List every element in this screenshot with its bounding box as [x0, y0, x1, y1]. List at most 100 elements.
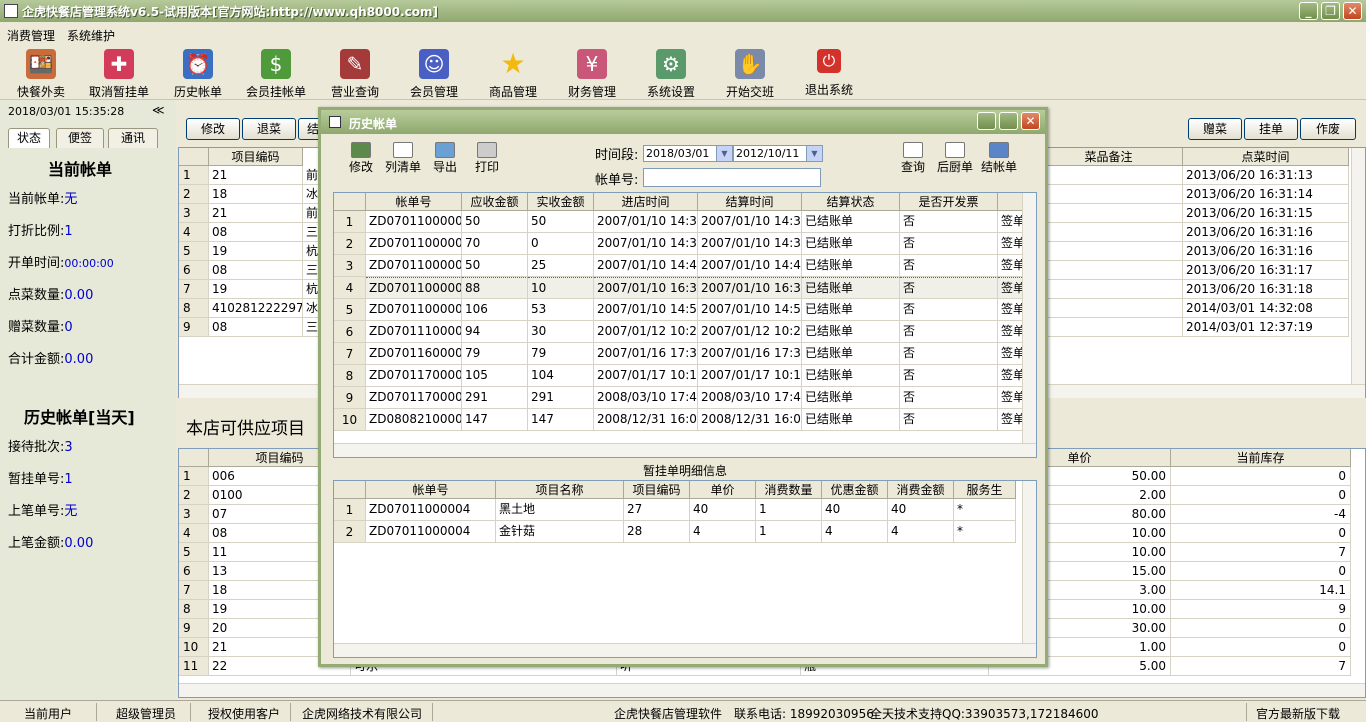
- business-query-button[interactable]: ✎ 营业查询: [316, 46, 394, 99]
- column-header[interactable]: 点菜时间: [1183, 148, 1349, 166]
- detail-cell[interactable]: 4: [822, 521, 888, 543]
- column-header[interactable]: 菜品备注: [1035, 148, 1183, 166]
- cell-code[interactable]: 19: [209, 280, 303, 299]
- dialog-list-button[interactable]: 列清单: [383, 140, 423, 176]
- history-cell[interactable]: 否: [900, 365, 998, 387]
- history-cell[interactable]: 30: [528, 321, 594, 343]
- column-header[interactable]: 结算时间: [698, 193, 802, 211]
- column-header[interactable]: 应收金额: [462, 193, 528, 211]
- dialog-modify-button[interactable]: 修改: [341, 140, 381, 176]
- history-cell[interactable]: 2007/01/10 14:37:39: [594, 211, 698, 233]
- detail-cell[interactable]: 4: [690, 521, 756, 543]
- history-cell[interactable]: 291: [462, 387, 528, 409]
- detail-cell[interactable]: 40: [690, 499, 756, 521]
- history-cell[interactable]: 70: [462, 233, 528, 255]
- history-cell[interactable]: 2007/01/12 10:23:43: [594, 321, 698, 343]
- cell-time[interactable]: 2013/06/20 16:31:15: [1183, 204, 1349, 223]
- cell-stock[interactable]: -4: [1171, 505, 1351, 524]
- system-settings-button[interactable]: ⚙ 系统设置: [632, 46, 710, 99]
- dialog-maximize-button[interactable]: [999, 112, 1018, 130]
- menu-consumption[interactable]: 消费管理: [7, 27, 55, 44]
- detail-cell[interactable]: 40: [888, 499, 954, 521]
- cell-stock[interactable]: 7: [1171, 657, 1351, 676]
- detail-grid-vscroll[interactable]: [1022, 481, 1036, 643]
- dialog-query-button[interactable]: 查询: [893, 140, 933, 176]
- history-grid-vscroll[interactable]: [1022, 193, 1036, 443]
- history-cell[interactable]: 2007/01/16 17:30:17: [698, 343, 802, 365]
- history-cell[interactable]: 2007/01/10 16:36:38: [594, 277, 698, 299]
- cell-code[interactable]: 18: [209, 185, 303, 204]
- cell-code[interactable]: 08: [209, 318, 303, 337]
- history-cell[interactable]: 147: [528, 409, 594, 431]
- tab-notes[interactable]: 便签: [56, 128, 104, 148]
- cell-code[interactable]: 08: [209, 261, 303, 280]
- cell-note[interactable]: [1035, 185, 1183, 204]
- detail-cell[interactable]: *: [954, 521, 1016, 543]
- detail-cell[interactable]: 金针菇: [496, 521, 624, 543]
- cell-stock[interactable]: 0: [1171, 619, 1351, 638]
- history-cell[interactable]: ZD07011700002: [366, 387, 462, 409]
- cell-note[interactable]: [1035, 223, 1183, 242]
- cell-stock[interactable]: 9: [1171, 600, 1351, 619]
- history-cell[interactable]: 2008/03/10 17:40:49: [594, 387, 698, 409]
- tab-messages[interactable]: 通讯: [108, 128, 158, 148]
- cell-time[interactable]: 2013/06/20 16:31:16: [1183, 242, 1349, 261]
- dialog-close-button[interactable]: ✕: [1021, 112, 1040, 130]
- history-cell[interactable]: 2008/12/31 16:05:41: [698, 409, 802, 431]
- history-cell[interactable]: 否: [900, 233, 998, 255]
- cell-stock[interactable]: 14.1: [1171, 581, 1351, 600]
- cell-note[interactable]: [1035, 299, 1183, 318]
- history-cell[interactable]: ZD07011700001: [366, 365, 462, 387]
- history-cell[interactable]: 2007/01/10 14:40:58: [594, 255, 698, 277]
- column-header[interactable]: 优惠金额: [822, 481, 888, 499]
- detail-cell[interactable]: 4: [888, 521, 954, 543]
- cell-stock[interactable]: 0: [1171, 638, 1351, 657]
- history-cell[interactable]: 79: [528, 343, 594, 365]
- history-cell[interactable]: 2007/01/10 14:39:10: [594, 233, 698, 255]
- cancel-hold-button[interactable]: ✚ 取消暂挂单: [80, 46, 158, 99]
- shift-change-button[interactable]: ✋ 开始交班: [711, 46, 789, 99]
- dialog-minimize-button[interactable]: [977, 112, 996, 130]
- gift-dish-button[interactable]: 赠菜: [1188, 118, 1242, 140]
- history-cell[interactable]: 2008/03/10 17:40:49: [698, 387, 802, 409]
- detail-cell[interactable]: 28: [624, 521, 690, 543]
- detail-cell[interactable]: ZD07011000004: [366, 521, 496, 543]
- column-header[interactable]: 单价: [690, 481, 756, 499]
- cell-stock[interactable]: 0: [1171, 562, 1351, 581]
- takeout-button[interactable]: 🍱 快餐外卖: [2, 46, 80, 99]
- history-cell[interactable]: ZD07011000004: [366, 277, 462, 299]
- history-cell[interactable]: 88: [462, 277, 528, 299]
- download-link[interactable]: 官方最新版下载: [1256, 705, 1340, 722]
- dialog-settle-button[interactable]: 结帐单: [977, 140, 1021, 176]
- column-header[interactable]: 项目编码: [624, 481, 690, 499]
- history-cell[interactable]: 2007/01/10 14:57:16: [698, 299, 802, 321]
- history-cell[interactable]: 10: [528, 277, 594, 299]
- cell-code[interactable]: 19: [209, 242, 303, 261]
- modify-button[interactable]: 修改: [186, 118, 240, 140]
- close-button[interactable]: ✕: [1343, 2, 1362, 20]
- history-bill-button[interactable]: ⏰ 历史帐单: [159, 46, 237, 99]
- history-cell[interactable]: 50: [462, 255, 528, 277]
- history-cell[interactable]: 已结账单: [802, 277, 900, 299]
- detail-cell[interactable]: *: [954, 499, 1016, 521]
- history-cell[interactable]: 否: [900, 343, 998, 365]
- cell-note[interactable]: [1035, 261, 1183, 280]
- cell-time[interactable]: 2014/03/01 14:32:08: [1183, 299, 1349, 318]
- detail-cell[interactable]: 1: [756, 499, 822, 521]
- history-cell[interactable]: 否: [900, 211, 998, 233]
- history-cell[interactable]: 否: [900, 277, 998, 299]
- history-cell[interactable]: 104: [528, 365, 594, 387]
- dialog-export-button[interactable]: 导出: [425, 140, 465, 176]
- history-cell[interactable]: ZD07011000005: [366, 299, 462, 321]
- cell-time[interactable]: 2013/06/20 16:31:17: [1183, 261, 1349, 280]
- detail-cell[interactable]: ZD07011000004: [366, 499, 496, 521]
- return-dish-button[interactable]: 退菜: [242, 118, 296, 140]
- history-cell[interactable]: 2007/01/10 14:37:39: [698, 211, 802, 233]
- exit-system-button[interactable]: ⏻ 退出系统: [790, 46, 868, 98]
- detail-cell[interactable]: 黑土地: [496, 499, 624, 521]
- supply-grid-hscroll[interactable]: [179, 683, 1365, 697]
- column-header[interactable]: 当前库存: [1171, 449, 1351, 467]
- history-cell[interactable]: 2007/01/10 16:36:38: [698, 277, 802, 299]
- detail-cell[interactable]: 27: [624, 499, 690, 521]
- history-cell[interactable]: 否: [900, 299, 998, 321]
